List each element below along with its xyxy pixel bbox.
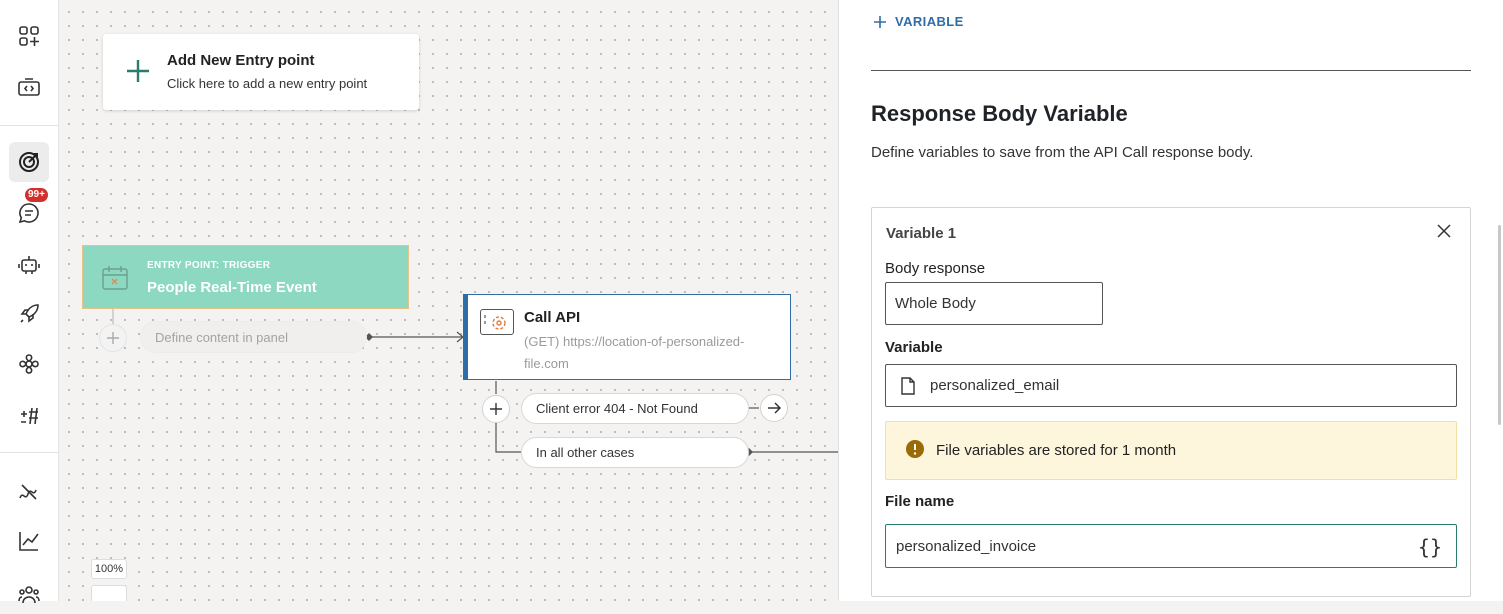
code-window-icon[interactable] (9, 67, 49, 107)
rocket-icon[interactable] (9, 294, 49, 334)
flow-icon[interactable] (9, 472, 49, 512)
plus-icon (874, 15, 886, 28)
side-panel: VARIABLE Response Body Variable Define v… (838, 0, 1503, 601)
body-response-value: Whole Body (895, 295, 976, 312)
ai-flower-icon[interactable] (9, 344, 49, 384)
variable-title: Variable 1 (886, 225, 957, 242)
insert-variable-icon[interactable]: {} (1418, 535, 1442, 559)
warning-text: File variables are stored for 1 month (936, 442, 1177, 459)
close-icon[interactable] (1437, 224, 1451, 243)
hashtag-icon[interactable] (9, 395, 49, 435)
file-name-label: File name (885, 493, 955, 510)
people-icon[interactable] (9, 574, 49, 614)
trigger-node[interactable]: ENTRY POINT: TRIGGER People Real-Time Ev… (82, 245, 409, 309)
next-arrow-button[interactable] (760, 394, 788, 422)
call-api-url: (GET) https://location-of-personalized-f… (524, 334, 745, 371)
file-name-input[interactable]: personalized_invoice {} (885, 524, 1457, 568)
define-content-pill[interactable]: Define content in panel (140, 321, 367, 353)
add-variable-label: VARIABLE (895, 14, 964, 29)
robot-icon[interactable] (9, 244, 49, 284)
zoom-in-button[interactable] (91, 585, 127, 601)
body-response-label: Body response (885, 260, 986, 277)
variable-card: Variable 1 Body response Whole Body Vari… (871, 207, 1471, 597)
add-branch-button[interactable] (482, 395, 510, 423)
left-nav-rail: 99+ (0, 0, 59, 604)
zoom-level: 100% (91, 559, 127, 579)
add-variable-button[interactable]: VARIABLE (873, 14, 964, 29)
calendar-icon (101, 265, 129, 296)
call-api-title: Call API (524, 309, 581, 326)
apps-add-icon[interactable] (9, 16, 49, 56)
scrollbar[interactable] (1498, 225, 1501, 425)
variable-label: Variable (885, 339, 943, 356)
variable-value: personalized_email (930, 377, 1060, 394)
plus-icon (125, 58, 151, 89)
body-response-select[interactable]: Whole Body (885, 282, 1103, 325)
divider (871, 70, 1471, 71)
call-api-node[interactable]: Call API (GET) https://location-of-perso… (463, 294, 791, 380)
file-icon (901, 377, 915, 399)
api-gear-icon (480, 309, 514, 335)
target-icon[interactable] (9, 142, 49, 182)
file-name-value: personalized_invoice (896, 537, 1037, 555)
warning-icon (906, 439, 924, 462)
notification-badge: 99+ (25, 188, 48, 202)
file-variable-warning: File variables are stored for 1 month (885, 421, 1457, 480)
panel-heading: Response Body Variable (871, 101, 1128, 126)
variable-select[interactable]: personalized_email (885, 364, 1457, 407)
trigger-name: People Real-Time Event (147, 279, 317, 296)
trigger-kicker: ENTRY POINT: TRIGGER (147, 260, 271, 271)
branch-client-error[interactable]: Client error 404 - Not Found (521, 393, 749, 424)
entry-card-subtitle: Click here to add a new entry point (167, 76, 368, 91)
add-entry-point-card[interactable]: Add New Entry point Click here to add a … (103, 34, 419, 110)
add-step-button[interactable] (99, 324, 127, 352)
entry-card-title: Add New Entry point (167, 52, 315, 69)
panel-description: Define variables to save from the API Ca… (871, 144, 1254, 161)
flow-canvas[interactable]: Add New Entry point Click here to add a … (59, 0, 838, 601)
chart-icon[interactable] (9, 521, 49, 561)
branch-other-cases[interactable]: In all other cases (521, 437, 749, 468)
